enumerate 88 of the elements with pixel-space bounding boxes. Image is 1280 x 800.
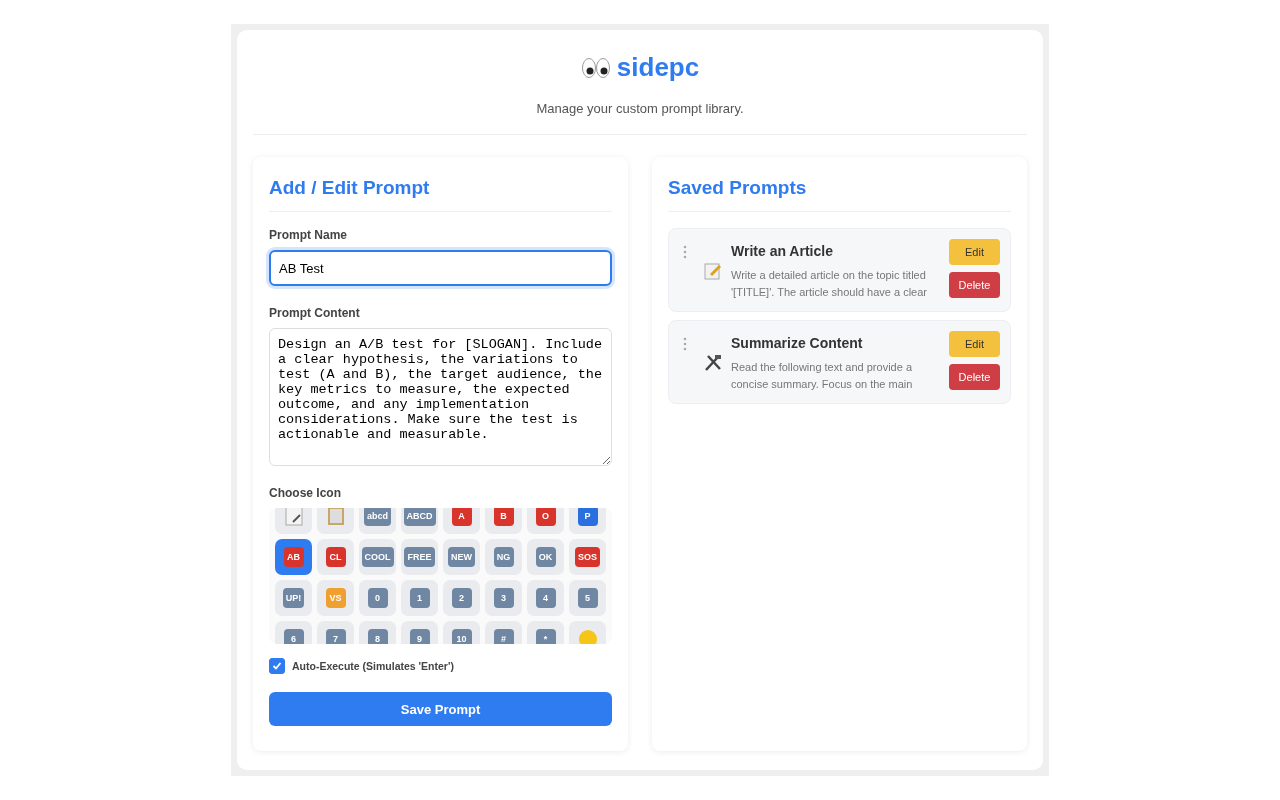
icon-option[interactable]: abcd [359, 508, 396, 534]
key-symbol: 9 [409, 629, 430, 644]
field-label: Choose Icon [269, 486, 342, 500]
icon-option[interactable] [275, 508, 312, 534]
icon-option[interactable]: 10 [443, 621, 480, 644]
key-symbol: 7 [325, 629, 346, 644]
key-symbol: 4 [535, 588, 556, 608]
drag-handle-icon[interactable] [683, 245, 687, 259]
icon-option[interactable]: UP! [275, 580, 312, 616]
icon-option[interactable]: NG [485, 539, 522, 575]
icon-option[interactable]: ABCD [401, 508, 438, 534]
key-symbol: 6 [283, 629, 304, 644]
prompt-content-field[interactable]: Design an A/B test for [SLOGAN]. Include a clear hypothesis, the variations to test (A and B), the target audience, the key metrics to measure, the expected outcome, and any implementation considerations. Make sure the test is actionable and measurable. [269, 328, 612, 466]
icon-option[interactable]: OK [527, 539, 564, 575]
prompt-title: Write an Article [731, 243, 834, 259]
field-label: Prompt Content [269, 306, 361, 320]
field-label: Prompt Name [269, 228, 349, 242]
key-symbol: 0 [367, 588, 388, 608]
auto-execute-checkbox[interactable] [269, 658, 285, 674]
eyes-icon [580, 56, 611, 79]
checkbox-label: Auto-Execute (Simulates 'Enter') [292, 660, 454, 672]
icon-option[interactable]: O [527, 508, 564, 534]
key-symbol: * [535, 629, 556, 644]
icon-option[interactable]: COOL [359, 539, 396, 575]
edit-button[interactable]: Edit [949, 239, 1000, 265]
key-symbol: A [451, 508, 472, 526]
icon-option[interactable]: B [485, 508, 522, 534]
icon-option[interactable]: 3 [485, 580, 522, 616]
icon-option[interactable]: 4 [527, 580, 564, 616]
key-symbol: VS [325, 588, 346, 608]
icon-option[interactable] [317, 508, 354, 534]
key-symbol: UP! [282, 588, 305, 608]
key-symbol: B [493, 508, 514, 526]
delete-button[interactable]: Delete [949, 364, 1000, 390]
icon-option[interactable]: 1 [401, 580, 438, 616]
key-symbol: NEW [448, 547, 475, 567]
icon-option[interactable]: NEW [443, 539, 480, 575]
key-symbol: O [535, 508, 556, 526]
edit-button[interactable]: Edit [949, 331, 1000, 357]
key-symbol: ABCD [403, 508, 436, 526]
key-symbol: abcd [364, 508, 391, 526]
delete-button[interactable]: Delete [949, 272, 1000, 298]
key-symbol: 3 [493, 588, 514, 608]
drag-handle-icon[interactable] [683, 337, 687, 351]
tools-icon [703, 353, 723, 373]
key-symbol: # [493, 629, 514, 644]
icon-option[interactable]: AB [275, 539, 312, 575]
icon-option[interactable]: 7 [317, 621, 354, 644]
icon-option[interactable]: # [485, 621, 522, 644]
app-title: sidepc [616, 52, 700, 83]
icon-option[interactable]: 0 [359, 580, 396, 616]
key-symbol: 10 [451, 629, 472, 644]
key-symbol: 2 [451, 588, 472, 608]
key-symbol: CL [325, 547, 346, 567]
key-symbol: COOL [361, 547, 394, 567]
key-symbol: 8 [367, 629, 388, 644]
icon-option[interactable]: 6 [275, 621, 312, 644]
icon-option[interactable]: CL [317, 539, 354, 575]
icon-option[interactable]: SOS [569, 539, 606, 575]
key-symbol: SOS [575, 547, 600, 567]
notepad-icon [703, 261, 723, 281]
key-symbol: 5 [577, 588, 598, 608]
panel-heading: Saved Prompts [668, 177, 1011, 212]
icon-option[interactable]: FREE [401, 539, 438, 575]
prompt-name-field[interactable]: AB Test [269, 250, 612, 286]
key-symbol: P [577, 508, 598, 526]
icon-option[interactable]: VS [317, 580, 354, 616]
panel-heading: Add / Edit Prompt [269, 177, 612, 212]
checkmark-icon [272, 661, 282, 671]
prompt-title: Summarize Content [731, 335, 864, 351]
key-symbol: 1 [409, 588, 430, 608]
app-subtitle: Manage your custom prompt library. [535, 101, 745, 116]
icon-option[interactable]: A [443, 508, 480, 534]
save-button[interactable]: Save Prompt [269, 692, 612, 726]
prompt-preview: Write a detailed article on the topic titled '[TITLE]'. The article should have a clear [731, 268, 928, 300]
icon-option[interactable]: * [527, 621, 564, 644]
key-symbol: OK [535, 547, 556, 567]
key-symbol: FREE [404, 547, 435, 567]
icon-option[interactable]: 8 [359, 621, 396, 644]
icon-option[interactable]: 2 [443, 580, 480, 616]
key-symbol: AB [283, 547, 304, 567]
icon-option[interactable]: 5 [569, 580, 606, 616]
icon-option[interactable]: 9 [401, 621, 438, 644]
prompt-preview: Read the following text and provide a concise summary. Focus on the main [731, 360, 914, 392]
smiley-icon [576, 628, 599, 644]
key-symbol: NG [493, 547, 514, 567]
notepad-icon [282, 508, 305, 527]
icon-option[interactable]: P [569, 508, 606, 534]
